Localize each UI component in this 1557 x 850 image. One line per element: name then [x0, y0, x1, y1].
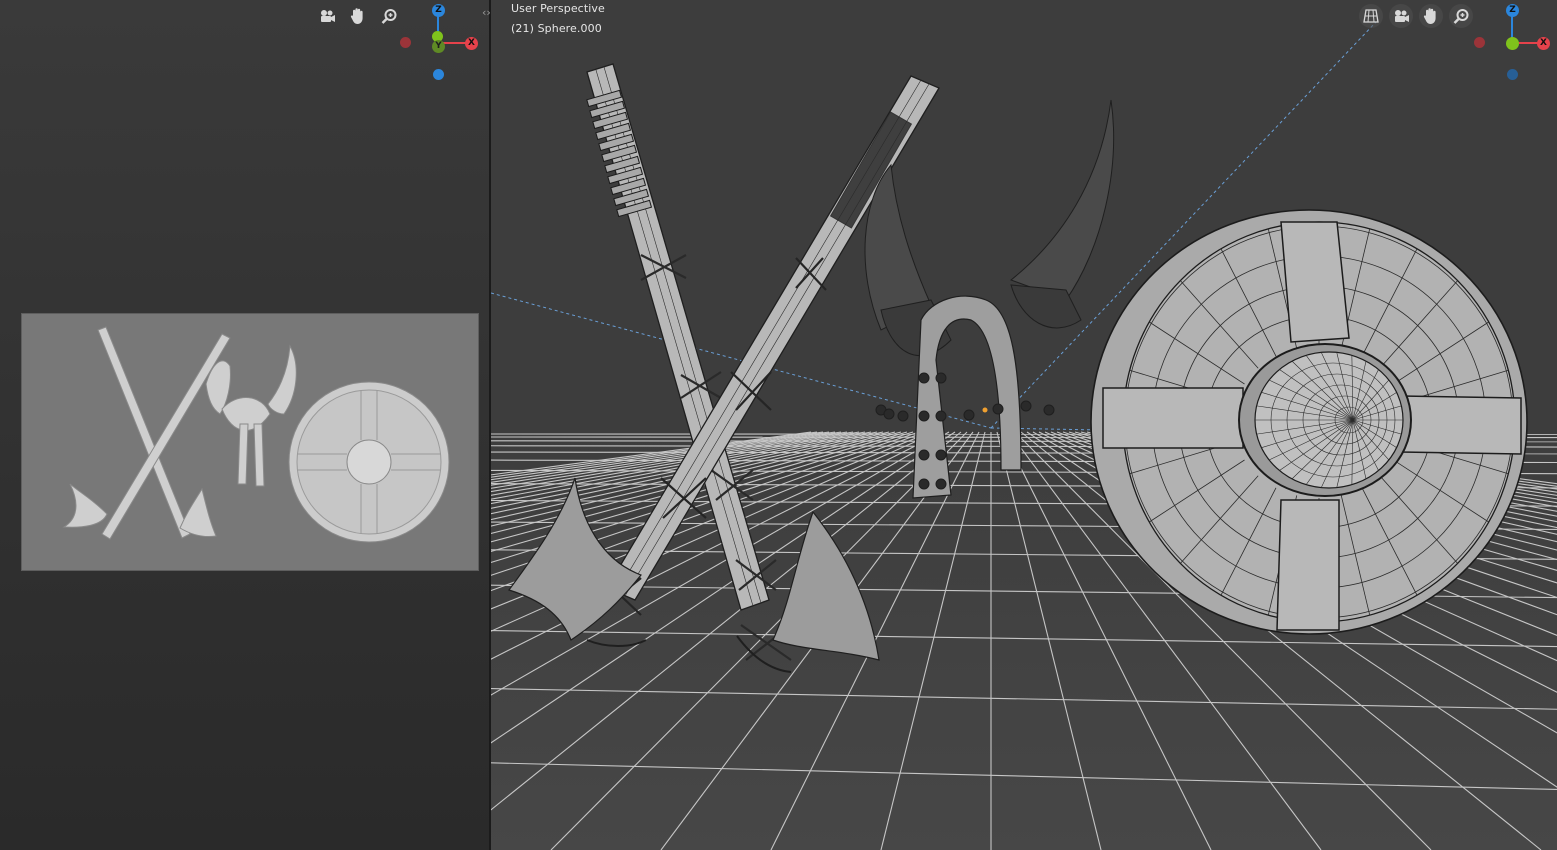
view-name-label: User Perspective: [511, 2, 605, 15]
shield-mesh: [1090, 209, 1528, 635]
gizmo-neg-x-axis[interactable]: [1474, 37, 1485, 48]
3d-viewport[interactable]: User Perspective (21) Sphere.000 Z X: [491, 0, 1557, 850]
camera-preview-viewport[interactable]: Z X Y: [0, 0, 489, 850]
gizmo-neg-z-axis[interactable]: [433, 69, 444, 80]
active-object-label: (21) Sphere.000: [511, 22, 602, 35]
gizmo-neg-z-axis[interactable]: [1507, 69, 1518, 80]
gizmo-neg-x-axis[interactable]: [400, 37, 411, 48]
hand-pan-icon[interactable]: [346, 4, 370, 28]
hand-pan-icon[interactable]: [1419, 4, 1443, 28]
render-preview-image: [62, 326, 450, 543]
gizmo-y-axis[interactable]: [1506, 37, 1519, 50]
camera-icon[interactable]: [315, 4, 339, 28]
viewport-scene: [491, 21, 1557, 850]
navigation-gizmo[interactable]: Z X: [1467, 0, 1557, 90]
gizmo-z-axis[interactable]: Z: [1506, 4, 1519, 17]
camera-icon[interactable]: [1389, 4, 1413, 28]
gizmo-neg-y-axis[interactable]: Y: [432, 40, 445, 53]
gizmo-x-axis[interactable]: X: [1537, 37, 1550, 50]
navigation-gizmo[interactable]: Z X Y: [398, 0, 488, 90]
camera-frame-preview: [21, 313, 479, 571]
grid-ortho-icon[interactable]: [1359, 4, 1383, 28]
gizmo-x-axis[interactable]: X: [465, 37, 478, 50]
split-handle-icon[interactable]: ‹›: [482, 6, 491, 19]
gizmo-z-axis[interactable]: Z: [432, 4, 445, 17]
